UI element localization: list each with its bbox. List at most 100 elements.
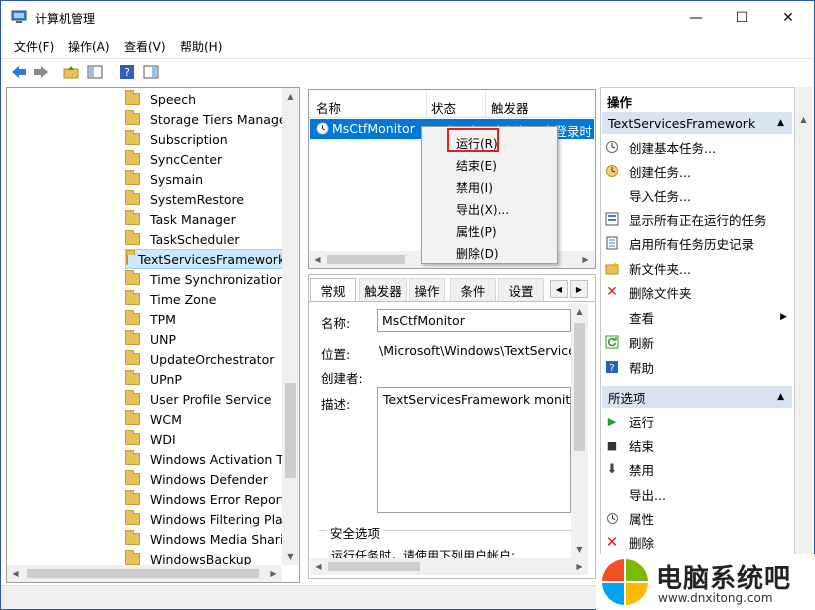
- action-view[interactable]: 查看 ▶: [604, 307, 789, 327]
- show-hide-tree-icon[interactable]: [85, 62, 105, 82]
- tab-general[interactable]: 常规: [310, 278, 356, 302]
- delete-icon: ✕: [605, 533, 619, 551]
- menu-help[interactable]: 帮助(H): [180, 38, 222, 55]
- task-name: MsCtfMonitor: [332, 121, 415, 136]
- scroll-left-arrow-icon[interactable]: ◀: [7, 565, 24, 582]
- column-status-header[interactable]: 状态: [431, 98, 456, 117]
- context-menu-disable[interactable]: 禁用(I): [456, 179, 493, 196]
- menu-view[interactable]: 查看(V): [124, 38, 166, 55]
- collapse-icon[interactable]: ▲: [777, 392, 784, 402]
- tree-item[interactable]: Sysmain: [125, 169, 203, 189]
- column-name-header[interactable]: 名称: [316, 98, 341, 117]
- scroll-up-arrow-icon[interactable]: ▲: [571, 303, 588, 320]
- scroll-right-arrow-icon[interactable]: ▶: [571, 558, 588, 575]
- tree-item[interactable]: UPnP: [125, 369, 182, 389]
- action-create-basic-task[interactable]: 创建基本任务...: [604, 137, 716, 157]
- close-button[interactable]: ✕: [765, 1, 811, 35]
- tree-item[interactable]: WDI: [125, 429, 176, 449]
- tree-horizontal-scrollbar[interactable]: ◀ ▶: [7, 565, 282, 582]
- action-delete-folder[interactable]: ✕ 删除文件夹: [604, 282, 691, 302]
- action-show-running-tasks[interactable]: 显示所有正在运行的任务: [604, 209, 767, 229]
- properties-horizontal-scrollbar[interactable]: ◀ ▶: [310, 558, 588, 575]
- scroll-down-arrow-icon[interactable]: ▼: [282, 548, 299, 565]
- scroll-thumb[interactable]: [27, 569, 259, 578]
- tree-item[interactable]: Speech: [125, 89, 196, 109]
- tab-scroll-right-icon[interactable]: ▶: [570, 280, 588, 298]
- actions-section-header[interactable]: TextServicesFramework ▲: [602, 112, 792, 134]
- tree-item[interactable]: Time Zone: [125, 289, 216, 309]
- selected-item-section-header[interactable]: 所选项 ▲: [602, 386, 792, 408]
- tree-item[interactable]: Windows Activation Tec: [125, 449, 296, 469]
- action-help[interactable]: ? 帮助: [604, 357, 654, 377]
- scroll-left-arrow-icon[interactable]: ◀: [309, 251, 326, 268]
- tree-item[interactable]: UpdateOrchestrator: [125, 349, 274, 369]
- action-create-task[interactable]: 创建任务...: [604, 161, 691, 181]
- action-end[interactable]: ■ 结束: [604, 435, 654, 455]
- tree-item[interactable]: TaskScheduler: [125, 229, 240, 249]
- tree-item[interactable]: Time Synchronization: [125, 269, 285, 289]
- column-trigger-header[interactable]: 触发器: [491, 98, 529, 117]
- action-import-task[interactable]: 导入任务...: [604, 185, 691, 205]
- tree-item[interactable]: User Profile Service: [125, 389, 272, 409]
- context-menu-delete[interactable]: 删除(D): [456, 245, 499, 262]
- tree-item[interactable]: Windows Filtering Platfc: [125, 509, 299, 529]
- forward-icon[interactable]: [31, 62, 51, 82]
- tab-scroll-left-icon[interactable]: ◀: [550, 280, 568, 298]
- name-field[interactable]: MsCtfMonitor: [377, 309, 571, 332]
- action-disable[interactable]: ⬇ 禁用: [604, 459, 654, 479]
- show-hide-action-pane-icon[interactable]: [141, 62, 161, 82]
- scroll-right-arrow-icon[interactable]: ▶: [265, 565, 282, 582]
- menu-action[interactable]: 操作(A): [68, 38, 110, 55]
- tab-conditions[interactable]: 条件: [450, 278, 496, 302]
- actions-pane-title: 操作: [607, 95, 633, 110]
- column-divider[interactable]: [485, 90, 486, 118]
- scroll-up-arrow-icon[interactable]: ▲: [282, 88, 299, 105]
- action-properties[interactable]: 属性: [604, 508, 654, 528]
- folder-icon: [125, 270, 140, 285]
- scroll-thumb[interactable]: [574, 323, 585, 451]
- tree-item[interactable]: WCM: [125, 409, 182, 429]
- tab-actions[interactable]: 操作: [409, 278, 445, 302]
- maximize-button[interactable]: ☐: [719, 1, 765, 35]
- properties-vertical-scrollbar[interactable]: ▲ ▼: [571, 303, 588, 558]
- tree-item[interactable]: SystemRestore: [125, 189, 244, 209]
- collapse-icon[interactable]: ▲: [777, 118, 784, 128]
- help-icon[interactable]: ?: [117, 62, 137, 82]
- column-divider[interactable]: [426, 90, 427, 118]
- scroll-thumb[interactable]: [328, 562, 420, 571]
- tree-item[interactable]: TPM: [125, 309, 176, 329]
- scroll-down-arrow-icon[interactable]: ▼: [571, 541, 588, 558]
- actions-vertical-scrollbar[interactable]: ▲: [795, 87, 812, 557]
- context-menu-export[interactable]: 导出(X)...: [456, 201, 509, 218]
- action-run[interactable]: ▶ 运行: [604, 411, 654, 431]
- menu-file[interactable]: 文件(F): [14, 38, 54, 55]
- scroll-thumb[interactable]: [327, 255, 405, 264]
- scroll-thumb[interactable]: [285, 383, 296, 478]
- action-export[interactable]: 导出...: [604, 484, 666, 504]
- tree-item-selected[interactable]: TextServicesFramework: [125, 249, 285, 269]
- scroll-right-arrow-icon[interactable]: ▶: [577, 251, 594, 268]
- tree-item[interactable]: Windows Defender: [125, 469, 268, 489]
- tab-triggers[interactable]: 触发器: [359, 278, 407, 302]
- tree-item[interactable]: UNP: [125, 329, 176, 349]
- tree-item[interactable]: Task Manager: [125, 209, 236, 229]
- tree-item[interactable]: Windows Media Sharin: [125, 529, 291, 549]
- minimize-button[interactable]: —: [673, 1, 719, 35]
- action-enable-task-history[interactable]: 启用所有任务历史记录: [604, 233, 754, 253]
- tree-vertical-scrollbar[interactable]: ▲ ▼: [282, 88, 299, 565]
- scroll-left-arrow-icon[interactable]: ◀: [310, 558, 327, 575]
- tab-settings[interactable]: 设置: [498, 278, 544, 302]
- tree-item[interactable]: Subscription: [125, 129, 228, 149]
- tree-item[interactable]: Storage Tiers Managen: [125, 109, 295, 129]
- description-field[interactable]: TextServicesFramework monitor: [377, 387, 571, 513]
- context-menu-end[interactable]: 结束(E): [456, 157, 497, 174]
- tree-item[interactable]: Windows Error Reportir: [125, 489, 294, 509]
- tree-item[interactable]: SyncCenter: [125, 149, 222, 169]
- up-folder-icon[interactable]: [61, 62, 81, 82]
- action-delete[interactable]: ✕ 删除: [604, 532, 654, 552]
- back-icon[interactable]: [9, 62, 29, 82]
- action-new-folder[interactable]: 新文件夹...: [604, 258, 691, 278]
- scroll-up-arrow-icon[interactable]: ▲: [795, 111, 812, 128]
- action-refresh[interactable]: 刷新: [604, 332, 654, 352]
- context-menu-properties[interactable]: 属性(P): [456, 223, 497, 240]
